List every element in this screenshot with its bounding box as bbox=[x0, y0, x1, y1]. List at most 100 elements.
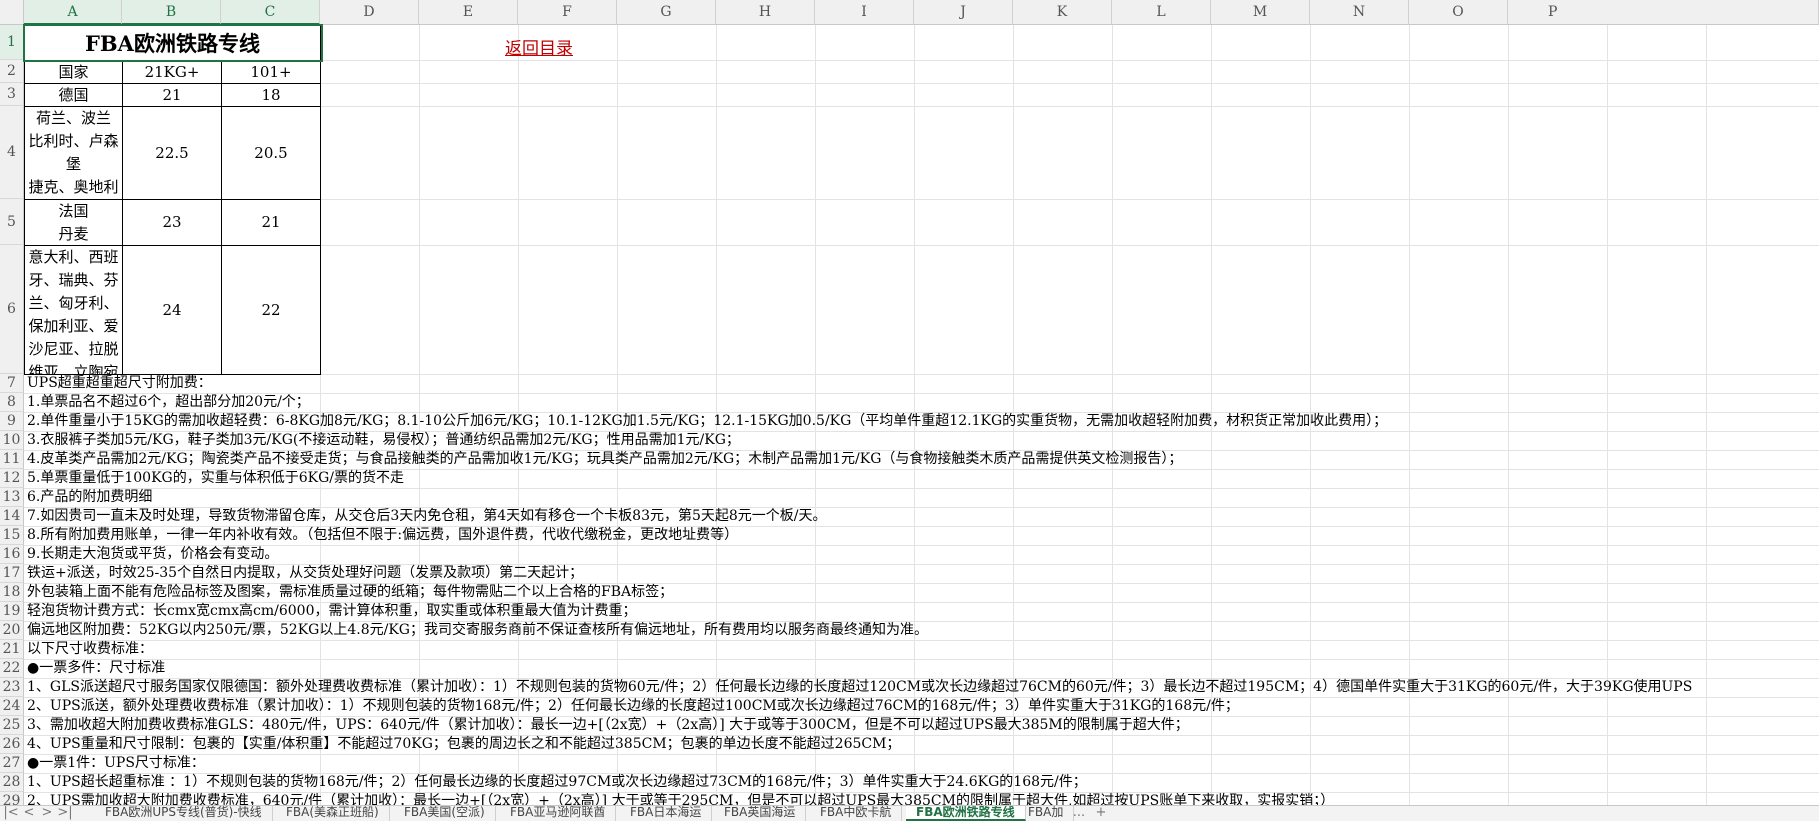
price-cell[interactable]: 24 bbox=[122, 245, 222, 375]
sheet-tab[interactable]: FBA(美森正班船) bbox=[276, 806, 390, 821]
note-row[interactable]: 铁运+派送，时效25-35个自然日内提取，从交货处理好问题（发票及款项）第二天起… bbox=[27, 564, 583, 583]
country-cell[interactable]: 德国 bbox=[24, 83, 123, 107]
row-header[interactable]: 25 bbox=[0, 716, 24, 735]
sheet-tab[interactable]: FBA加 bbox=[1018, 806, 1075, 821]
row-header[interactable]: 20 bbox=[0, 621, 24, 640]
country-cell[interactable]: 意大利、西班 牙、瑞典、芬 兰、匈牙利、 保加利亚、爱 沙尼亚、拉脱 维亚、立陶… bbox=[24, 245, 123, 375]
note-row[interactable]: 7.如因贵司一直未及时处理，导致货物滞留仓库，从交仓后3天内免仓租，第4天如有移… bbox=[27, 507, 827, 526]
price-cell[interactable]: 21 bbox=[221, 199, 321, 246]
note-row[interactable]: 9.长期走大泡货或平货，价格会有变动。 bbox=[27, 545, 278, 564]
row-header[interactable]: 19 bbox=[0, 602, 24, 621]
header-country[interactable]: 国家 bbox=[24, 60, 123, 84]
column-header-o[interactable]: O bbox=[1409, 0, 1508, 25]
select-all-corner[interactable] bbox=[0, 0, 24, 25]
column-header-a[interactable]: A bbox=[24, 0, 122, 25]
column-header-n[interactable]: N bbox=[1310, 0, 1409, 25]
column-header-c[interactable]: C bbox=[221, 0, 320, 25]
header-tier-101[interactable]: 101+ bbox=[221, 60, 321, 84]
sheet-tab-active[interactable]: FBA欧洲铁路专线 bbox=[906, 806, 1026, 821]
price-cell[interactable]: 22.5 bbox=[122, 106, 222, 200]
note-row[interactable]: 3、需加收超大附加费收费标准GLS：480元/件，UPS：640元/件（累计加收… bbox=[27, 716, 1189, 735]
row-header[interactable]: 16 bbox=[0, 545, 24, 564]
row-header[interactable]: 4 bbox=[0, 106, 24, 199]
note-row[interactable]: 1、GLS派送超尺寸服务国家仅限德国：额外处理费收费标准（累计加收）：1）不规则… bbox=[27, 678, 1692, 697]
sheet-tab[interactable]: FBA中欧卡航 bbox=[810, 806, 903, 821]
price-cell[interactable]: 21 bbox=[122, 83, 222, 107]
price-cell[interactable]: 18 bbox=[221, 83, 321, 107]
sheet-tab[interactable]: FBA亚马逊阿联酋 bbox=[500, 806, 617, 821]
prev-sheet-icon[interactable]: < bbox=[20, 806, 38, 821]
row-header[interactable]: 28 bbox=[0, 773, 24, 792]
note-row[interactable]: 4、UPS重量和尺寸限制：包裹的【实重/体积重】不能超过70KG；包裹的周边长之… bbox=[27, 735, 900, 754]
column-header-j[interactable]: J bbox=[914, 0, 1013, 25]
country-cell[interactable]: 法国 丹麦 bbox=[24, 199, 123, 246]
return-to-index-link[interactable]: 返回目录 bbox=[505, 34, 573, 59]
column-header-p[interactable]: P bbox=[1508, 0, 1819, 25]
note-row[interactable]: ●一票多件：尺寸标准 bbox=[27, 659, 165, 678]
note-row[interactable]: 5.单票重量低于100KG的，实重与体积低于6KG/票的货不走 bbox=[27, 469, 404, 488]
column-header-k[interactable]: K bbox=[1013, 0, 1112, 25]
price-cell[interactable]: 20.5 bbox=[221, 106, 321, 200]
row-header[interactable]: 6 bbox=[0, 245, 24, 374]
sheet-tab[interactable]: FBA日本海运 bbox=[620, 806, 713, 821]
row-header[interactable]: 8 bbox=[0, 393, 24, 412]
last-sheet-icon[interactable]: >| bbox=[56, 806, 74, 821]
next-sheet-icon[interactable]: > bbox=[38, 806, 56, 821]
sheet-tab[interactable]: FBA欧洲UPS专线(普货)-快线 bbox=[95, 806, 273, 821]
note-row[interactable]: 以下尺寸收费标准： bbox=[27, 640, 153, 659]
spreadsheet-grid[interactable]: A B C D E F G H I J K L M N O P 1 2 3 4 … bbox=[0, 0, 1819, 805]
sheet-tab[interactable]: FBA美国(空派) bbox=[394, 806, 496, 821]
row-header[interactable]: 15 bbox=[0, 526, 24, 545]
note-row[interactable]: ●一票1件：UPS尺寸标准： bbox=[27, 754, 205, 773]
row-header[interactable]: 27 bbox=[0, 754, 24, 773]
column-header-d[interactable]: D bbox=[320, 0, 419, 25]
row-header[interactable]: 24 bbox=[0, 697, 24, 716]
column-header-e[interactable]: E bbox=[419, 0, 518, 25]
column-header-m[interactable]: M bbox=[1211, 0, 1310, 25]
note-row[interactable]: 1.单票品名不超过6个，超出部分加20元/个； bbox=[27, 393, 310, 412]
note-row[interactable]: UPS超重超重超尺寸附加费： bbox=[27, 374, 212, 393]
note-row[interactable]: 3.衣服裤子类加5元/KG，鞋子类加3元/KG(不接运动鞋，易侵权）；普通纺织品… bbox=[27, 431, 740, 450]
price-cell[interactable]: 23 bbox=[122, 199, 222, 246]
note-row[interactable]: 1、UPS超长超重标准 ：1）不规则包装的货物168元/件；2）任何最长边缘的长… bbox=[27, 773, 1087, 792]
note-row[interactable]: 2、UPS需加收超大附加费收费标准，640元/件（累计加收）：最长一边+[（2x… bbox=[27, 792, 1334, 805]
note-row[interactable]: 偏远地区附加费：52KG以内250元/票，52KG以上4.8元/KG；我司交寄服… bbox=[27, 621, 928, 640]
row-header[interactable]: 21 bbox=[0, 640, 24, 659]
table-title[interactable]: FBA欧洲铁路专线 bbox=[24, 25, 321, 61]
row-header[interactable]: 2 bbox=[0, 60, 24, 83]
column-header-l[interactable]: L bbox=[1112, 0, 1211, 25]
price-cell[interactable]: 22 bbox=[221, 245, 321, 375]
row-header[interactable]: 29 bbox=[0, 792, 24, 805]
note-row[interactable]: 2.单件重量小于15KG的需加收超轻费：6-8KG加8元/KG；8.1-10公斤… bbox=[27, 412, 1387, 431]
row-header[interactable]: 3 bbox=[0, 83, 24, 106]
row-header[interactable]: 5 bbox=[0, 199, 24, 245]
note-row[interactable]: 2、UPS派送，额外处理费收费标准（累计加收）：1）不规则包装的货物168元/件… bbox=[27, 697, 1239, 716]
row-header[interactable]: 10 bbox=[0, 431, 24, 450]
row-header[interactable]: 17 bbox=[0, 564, 24, 583]
note-row[interactable]: 6.产品的附加费明细 bbox=[27, 488, 152, 507]
first-sheet-icon[interactable]: |< bbox=[2, 806, 20, 821]
column-header-f[interactable]: F bbox=[518, 0, 617, 25]
country-cell[interactable]: 荷兰、波兰 比利时、卢森 堡 捷克、奥地利 bbox=[24, 106, 123, 200]
row-header[interactable]: 23 bbox=[0, 678, 24, 697]
note-row[interactable]: 外包装箱上面不能有危险品标签及图案，需标准质量过硬的纸箱；每件物需贴二个以上合格… bbox=[27, 583, 673, 602]
add-sheet-icon[interactable]: + bbox=[1092, 806, 1110, 821]
row-header[interactable]: 22 bbox=[0, 659, 24, 678]
note-row[interactable]: 轻泡货物计费方式：长cmx宽cmx高cm/6000，需计算体积重，取实重或体积重… bbox=[27, 602, 636, 621]
column-header-h[interactable]: H bbox=[716, 0, 815, 25]
row-header[interactable]: 14 bbox=[0, 507, 24, 526]
more-sheets-icon[interactable]: ... bbox=[1070, 806, 1088, 821]
row-header[interactable]: 18 bbox=[0, 583, 24, 602]
row-header[interactable]: 1 bbox=[0, 25, 24, 60]
note-row[interactable]: 8.所有附加费用账单，一律一年内补收有效。（包括但不限于:偏远费，国外退件费，代… bbox=[27, 526, 738, 545]
row-header[interactable]: 9 bbox=[0, 412, 24, 431]
row-header[interactable]: 12 bbox=[0, 469, 24, 488]
sheet-tab[interactable]: FBA英国海运 bbox=[714, 806, 807, 821]
row-header[interactable]: 13 bbox=[0, 488, 24, 507]
note-row[interactable]: 4.皮革类产品需加2元/KG；陶瓷类产品不接受走货；与食品接触类的产品需加收1元… bbox=[27, 450, 1182, 469]
header-tier-21kg[interactable]: 21KG+ bbox=[122, 60, 222, 84]
column-header-i[interactable]: I bbox=[815, 0, 914, 25]
column-header-b[interactable]: B bbox=[122, 0, 221, 25]
column-header-g[interactable]: G bbox=[617, 0, 716, 25]
row-header[interactable]: 11 bbox=[0, 450, 24, 469]
